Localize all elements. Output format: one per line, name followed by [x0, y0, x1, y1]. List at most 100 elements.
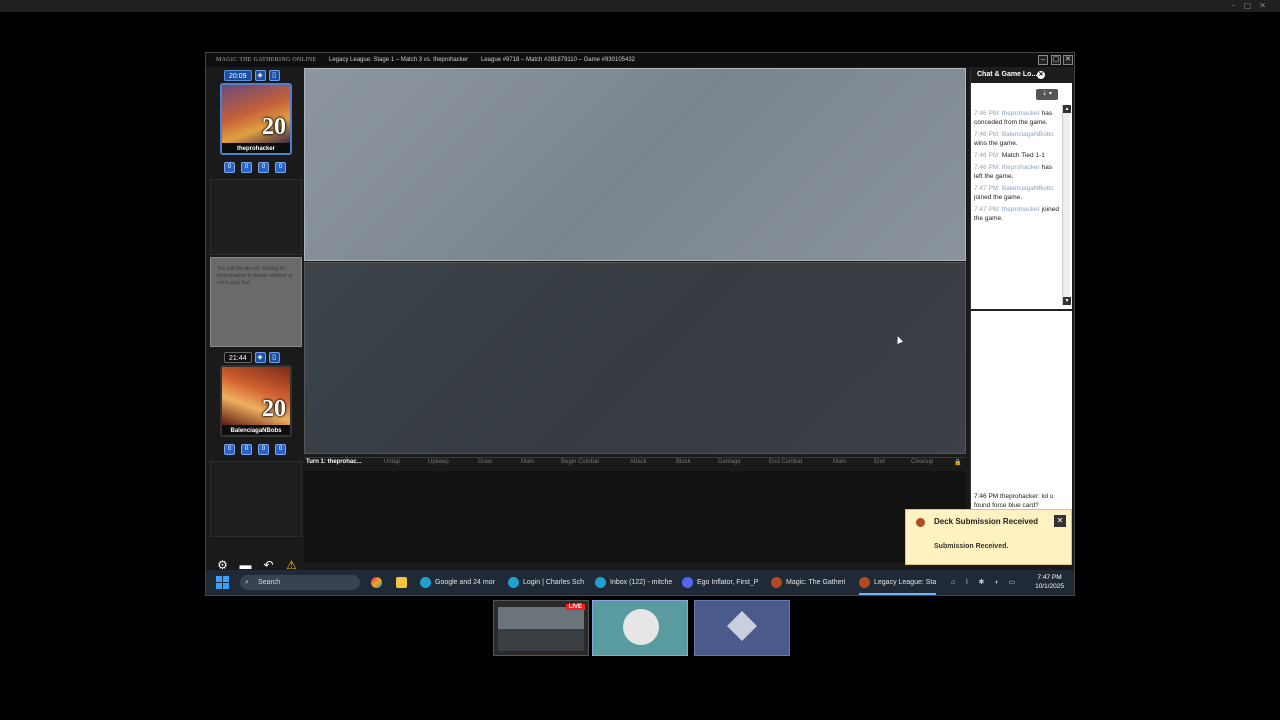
chat-entry: 7:46 PM: BalenciagaNBobs wins the game. [974, 131, 1054, 147]
opponent-avatar[interactable]: 20 theprohacker [220, 83, 292, 155]
counter-exile[interactable]: 0 [275, 162, 286, 173]
search-label: Search [258, 579, 281, 586]
chat-message: 7:46 PM theprohacker: lol u found force … [974, 493, 1054, 509]
counter-hand[interactable]: 0 [224, 444, 235, 455]
player-clock: 21:44 [224, 351, 252, 363]
opponent-portrait: 20 [222, 85, 290, 143]
stream-thumbnail[interactable]: LIVE [493, 600, 589, 656]
scroll-up-icon[interactable]: ▲ [1063, 105, 1071, 113]
player-counters: 0 0 0 0 [224, 444, 286, 455]
library-icon[interactable]: ◈ [254, 351, 266, 363]
counter-exile[interactable]: 0 [275, 444, 286, 455]
opponent-clock: 20:09 [224, 69, 252, 81]
match-ids: League #9718 – Match #281879110 – Game #… [481, 57, 636, 63]
app-logo: MAGIC THE GATHERING ONLINE [216, 57, 317, 63]
taskbar-item[interactable]: Inbox (122) - mitche [595, 570, 672, 595]
taskbar-item[interactable]: Login | Charles Sch [508, 570, 584, 595]
chat-divider[interactable] [971, 309, 1073, 311]
toast-body: Submission Received. [934, 543, 1009, 550]
phase-main-1[interactable]: Main [521, 459, 534, 465]
hand-icon[interactable]: ▯ [268, 69, 280, 81]
phase-begin-combat[interactable]: Begin Combat [561, 459, 599, 465]
player-battlefield[interactable] [304, 262, 966, 454]
hand-icon[interactable]: ▯ [268, 351, 280, 363]
avatar-thumbnail[interactable] [592, 600, 688, 656]
player-life: 20 [262, 396, 286, 422]
chat-entry: 7:47 PM: BalenciagaNBobs joined the game… [974, 185, 1054, 201]
phase-main-2[interactable]: Main [833, 459, 846, 465]
game-message: You lost the die roll. Waiting for thepr… [210, 257, 302, 347]
windows-start-icon[interactable] [216, 576, 229, 589]
library-icon[interactable]: ◈ [254, 69, 266, 81]
taskbar-item[interactable]: Google and 24 mor [420, 570, 495, 595]
host-title-bar: –▢✕ [0, 0, 1280, 12]
chat-log: 7:46 PM: theprohacker has conceded from … [974, 109, 1062, 226]
opponent-life: 20 [262, 114, 286, 140]
player-zone [210, 461, 302, 537]
phase-attack[interactable]: Attack [630, 459, 647, 465]
lock-icon[interactable]: 🔒 [954, 459, 961, 466]
counter-graveyard[interactable]: 0 [258, 444, 269, 455]
chat-entry: 7:46 PM: theprohacker has left the game. [974, 164, 1053, 180]
chat-entry: 7:46 PM: Match Tied 1-1 [974, 152, 1045, 159]
chat-panel: Chat & Game Lo... ✕ ⇣ ▾ 7:46 PM: theproh… [970, 67, 1073, 563]
taskbar-item-active[interactable]: Legacy League: Sta [859, 570, 937, 595]
live-badge: LIVE [565, 604, 585, 610]
chat-entry: 7:47 PM: theprohacker joined the game. [974, 206, 1059, 222]
chat-entry: 7:46 PM: theprohacker has conceded from … [974, 110, 1053, 126]
mtgo-icon [916, 518, 925, 527]
player-avatar[interactable]: 20 BalenciagaNBobs [220, 365, 292, 437]
event-title: Legacy League: Stage 1 – Match 3 vs. the… [329, 57, 469, 63]
search-icon: ⌕ [245, 579, 249, 586]
opponent-name: theprohacker [222, 143, 290, 153]
player-name: BalenciagaNBobs [222, 425, 290, 435]
player-portrait: 20 [222, 367, 290, 425]
close-icon[interactable]: ✕ [1054, 515, 1066, 527]
opponent-counters: 0 0 0 0 [224, 162, 286, 173]
avatar [623, 609, 659, 645]
phase-upkeep[interactable]: Upkeep [428, 459, 449, 465]
notification-toast[interactable]: Deck Submission Received Submission Rece… [905, 509, 1072, 565]
file-explorer-icon[interactable] [396, 570, 411, 595]
host-window-controls[interactable]: –▢✕ [1232, 1, 1274, 10]
phase-cleanup[interactable]: Cleanup [911, 459, 933, 465]
phase-end-combat[interactable]: End Combat [769, 459, 802, 465]
counter-hand[interactable]: 0 [224, 162, 235, 173]
phase-damage[interactable]: Damage [718, 459, 741, 465]
taskbar-search[interactable]: ⌕ Search [240, 575, 360, 590]
system-clock[interactable]: 7:47 PM 10/1/2025 [1035, 573, 1064, 591]
opponent-clock-row: 20:09 ◈ ▯ [224, 69, 280, 81]
system-tray-icons[interactable]: ⌂ ⌇ ✱ ◗ ▭ [951, 570, 1019, 595]
maximize-button[interactable]: ▢ [1051, 55, 1061, 65]
player-panel: 20:09 ◈ ▯ 20 theprohacker 0 0 0 0 You lo… [210, 67, 302, 572]
turn-indicator: Turn 1: theprohac... [306, 459, 362, 465]
opponent-zone [210, 179, 302, 255]
toast-title: Deck Submission Received [934, 517, 1039, 526]
chat-scrollbar[interactable]: ▲ ▼ [1062, 105, 1071, 305]
chat-tab-label: Chat & Game Lo... [977, 71, 1038, 78]
title-bar: MAGIC THE GATHERING ONLINE Legacy League… [206, 53, 1074, 67]
minimize-button[interactable]: – [1038, 55, 1048, 65]
phase-bar: Turn 1: theprohac... Untap Upkeep Draw M… [304, 457, 966, 469]
avatar-thumbnail[interactable] [694, 600, 790, 656]
phase-untap[interactable]: Untap [384, 459, 400, 465]
counter-graveyard[interactable]: 0 [258, 162, 269, 173]
shield-icon [727, 611, 757, 641]
taskbar-item[interactable]: Magic: The Gatheri [771, 570, 845, 595]
taskbar-item[interactable]: Ego Inflator, First_P [682, 570, 758, 595]
player-clock-row: 21:44 ◈ ▯ [224, 351, 280, 363]
counter-library[interactable]: 0 [241, 444, 252, 455]
chat-tab[interactable]: Chat & Game Lo... ✕ [971, 67, 1073, 83]
copilot-icon[interactable] [371, 570, 386, 595]
phase-block[interactable]: Block [676, 459, 691, 465]
chat-filter-dropdown[interactable]: ⇣ ▾ [1036, 89, 1058, 100]
hand-area[interactable] [304, 471, 966, 563]
close-button[interactable]: ✕ [1063, 55, 1073, 65]
close-chat-icon[interactable]: ✕ [1037, 71, 1045, 79]
taskbar: ⌕ Search Google and 24 mor Login | Charl… [206, 570, 1074, 595]
phase-end[interactable]: End [874, 459, 885, 465]
phase-draw[interactable]: Draw [478, 459, 492, 465]
opponent-battlefield[interactable] [304, 68, 966, 261]
scroll-down-icon[interactable]: ▼ [1063, 297, 1071, 305]
counter-library[interactable]: 0 [241, 162, 252, 173]
